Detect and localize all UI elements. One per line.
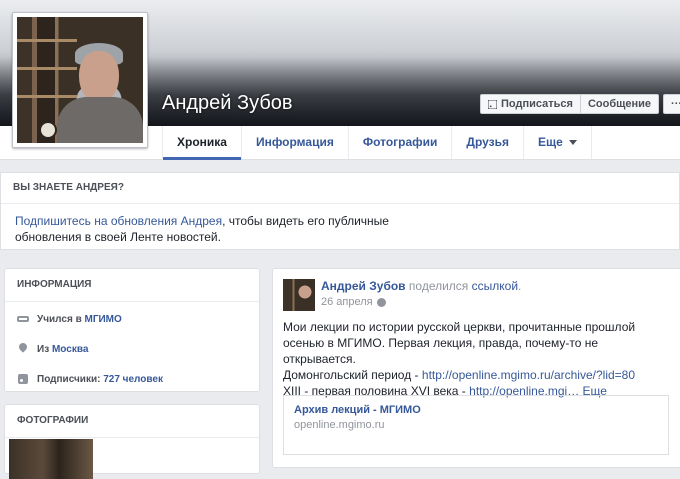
school-icon [17, 313, 29, 325]
followers-icon [17, 373, 29, 385]
tab-friends-label: Друзья [466, 135, 510, 149]
post-body: Мои лекции по истории русской церкви, пр… [283, 319, 673, 399]
post-author-link[interactable]: Андрей Зубов [321, 279, 406, 293]
chevron-down-icon [568, 140, 577, 145]
link-preview[interactable]: Архив лекций - МГИМО openline.mgimo.ru [283, 395, 669, 455]
profile-name[interactable]: Андрей Зубов [162, 92, 293, 115]
followers-link[interactable]: 727 человек [103, 374, 163, 385]
photo-thumbnail[interactable] [9, 439, 93, 479]
post-object-link[interactable]: ссылкой [472, 279, 518, 293]
post-text-main: Мои лекции по истории русской церкви, пр… [283, 320, 636, 366]
info-card-title: ИНФОРМАЦИЯ [5, 269, 259, 302]
message-button[interactable]: Сообщение [580, 94, 660, 114]
subscribe-button[interactable]: Подписаться [480, 94, 581, 114]
post-header: Андрей Зубов поделился ссылкой. [321, 279, 521, 293]
know-box-text: Подпишитесь на обновления Андрея, чтобы … [1, 204, 429, 254]
subscribe-updates-link[interactable]: Подпишитесь на обновления Андрея [15, 214, 222, 228]
profile-photo-image [17, 17, 143, 143]
profile-actions: Подписаться Сообщение ··· [480, 94, 680, 114]
info-education: Учился в МГИМО [5, 304, 259, 334]
link-preview-title[interactable]: Архив лекций - МГИМО [294, 404, 658, 416]
followers-prefix: Подписчики: [37, 373, 101, 385]
photos-card: ФОТОГРАФИИ [4, 404, 260, 479]
tab-timeline-label: Хроника [177, 135, 227, 149]
post-action-text: поделился [408, 279, 469, 293]
tab-photos[interactable]: Фотографии [349, 126, 453, 159]
clock-icon [39, 121, 57, 139]
link-preview-domain: openline.mgimo.ru [294, 419, 385, 431]
post-line1-prefix: Домонгольский период - [283, 368, 422, 382]
profile-tabs: Хроника Информация Фотографии Друзья Еще [162, 126, 592, 160]
info-hometown: Из Москва [5, 334, 259, 364]
timeline-post: Андрей Зубов поделился ссылкой. 26 апрел… [272, 268, 680, 468]
info-followers: Подписчики: 727 человек [5, 364, 259, 394]
tab-about[interactable]: Информация [242, 126, 349, 159]
tab-friends[interactable]: Друзья [452, 126, 525, 159]
post-object-suffix: . [518, 279, 522, 293]
post-date: 26 апреля [321, 296, 386, 308]
tab-more-label: Еще [538, 135, 563, 149]
tab-photos-label: Фотографии [362, 135, 438, 149]
hometown-prefix: Из [37, 343, 50, 355]
subscribe-message-group: Подписаться Сообщение [480, 94, 660, 114]
know-person-box: ВЫ ЗНАЕТЕ АНДРЕЯ? Подпишитесь на обновле… [0, 172, 680, 250]
info-card: ИНФОРМАЦИЯ Учился в МГИМО Из Москва Подп… [4, 268, 260, 392]
subscribe-label: Подписаться [501, 98, 573, 110]
rss-icon [488, 99, 497, 109]
tab-timeline[interactable]: Хроника [163, 126, 242, 160]
location-pin-icon [17, 343, 29, 355]
hometown-link[interactable]: Москва [52, 344, 88, 355]
more-options-button[interactable]: ··· [663, 94, 680, 114]
photos-card-title: ФОТОГРАФИИ [5, 405, 259, 438]
education-prefix: Учился в [37, 313, 82, 325]
globe-icon [376, 297, 386, 307]
post-link-1[interactable]: http://openline.mgimo.ru/archive/?lid=80 [422, 368, 635, 382]
tab-more[interactable]: Еще [524, 126, 592, 159]
education-link[interactable]: МГИМО [85, 314, 122, 325]
profile-picture[interactable] [12, 12, 148, 148]
post-author-avatar[interactable] [283, 279, 315, 311]
post-timestamp[interactable]: 26 апреля [321, 296, 373, 308]
know-box-title: ВЫ ЗНАЕТЕ АНДРЕЯ? [1, 173, 679, 204]
tab-about-label: Информация [255, 135, 334, 149]
